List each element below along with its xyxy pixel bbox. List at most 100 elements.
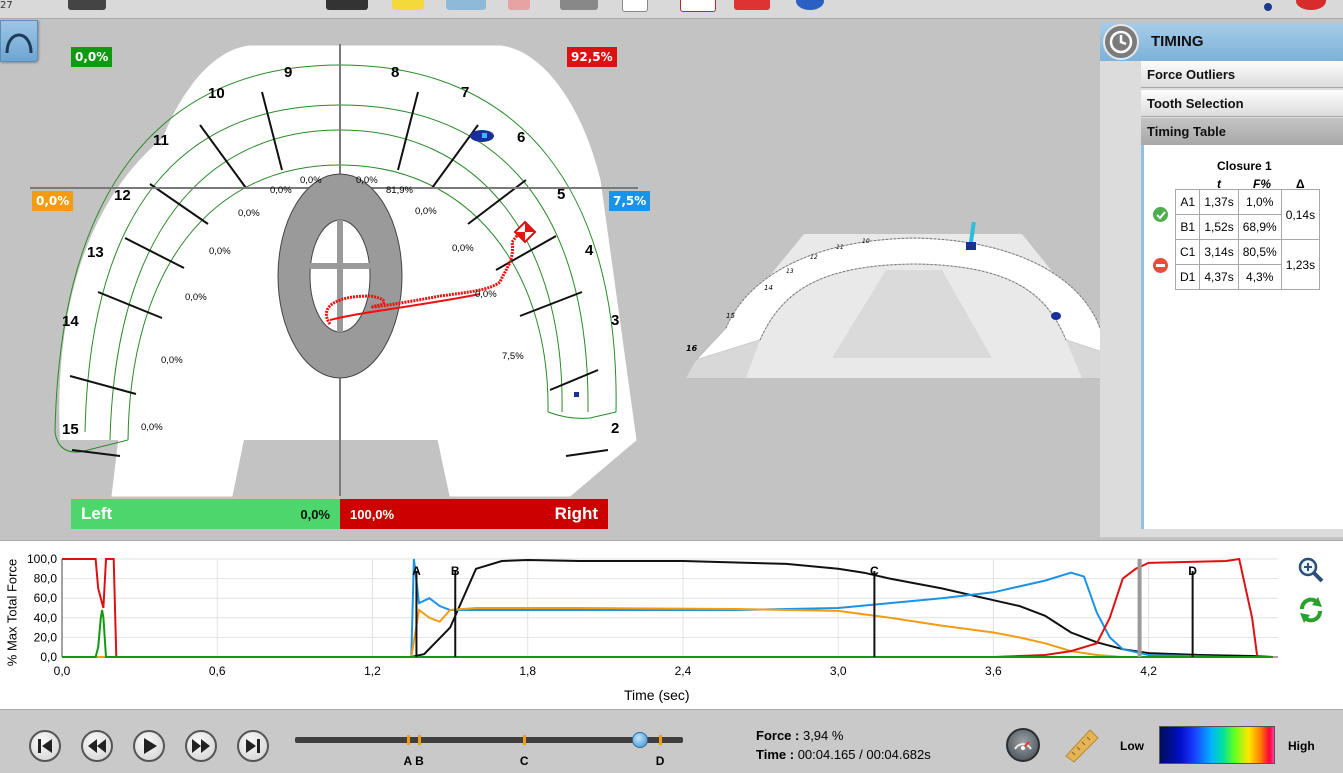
refresh-button[interactable] — [1296, 595, 1326, 625]
tooth-icon[interactable] — [622, 0, 648, 12]
zone-pct: 0,0% — [452, 243, 474, 254]
eraser-icon[interactable] — [508, 0, 530, 10]
closure-title: Closure 1 — [1217, 159, 1272, 173]
marker-label-c: C — [519, 754, 529, 768]
tooth-label-3d: 15 — [726, 312, 735, 320]
force-label: Force : — [756, 728, 800, 743]
playhead-line — [1137, 559, 1142, 657]
table-row[interactable]: C1 3,14s 80,5% 1,23s — [1174, 239, 1321, 290]
left-balance-bar: Left 0,0% — [71, 499, 340, 529]
skip-start-icon — [38, 739, 52, 753]
right-value: 100,0% — [350, 507, 395, 522]
zone-pct: 0,0% — [356, 175, 378, 186]
alert-icon[interactable] — [734, 0, 770, 10]
section-force-outliers[interactable]: Force Outliers — [1141, 61, 1343, 88]
y-tick-label: 60,0 — [34, 591, 58, 605]
save-icon[interactable] — [68, 0, 106, 10]
play-icon — [144, 738, 157, 754]
force-time-graph[interactable]: 100,0 80,0 60,0 40,0 20,0 0,0 0,0 0,6 1,2 1,8 2,4 3… — [0, 540, 1343, 710]
refresh-icon — [1300, 597, 1322, 623]
tooth-number[interactable]: 12 — [114, 187, 131, 204]
play-button[interactable] — [133, 730, 165, 762]
row-f: 80,5% — [1237, 239, 1282, 265]
zone-pct: 0,0% — [185, 292, 207, 303]
zone-pct: 0,0% — [209, 246, 231, 257]
timing-header: TIMING — [1100, 23, 1343, 61]
close-icon[interactable] — [1296, 0, 1326, 10]
tooth-number[interactable]: 9 — [284, 64, 292, 81]
skip-start-button[interactable] — [29, 730, 61, 762]
timing-marker-label: C — [870, 564, 879, 578]
row-id: C1 — [1174, 239, 1201, 265]
section-timing-table[interactable]: Timing Table — [1141, 118, 1343, 145]
tooth-number[interactable]: 8 — [391, 64, 399, 81]
tooth-number[interactable]: 2 — [611, 420, 619, 437]
tooth-dropdown-icon[interactable] — [560, 0, 598, 10]
zone-pct: 0,0% — [161, 355, 183, 366]
note-icon[interactable] — [392, 0, 424, 10]
timeline-slider[interactable] — [295, 732, 683, 748]
skip-end-button[interactable] — [237, 730, 269, 762]
chart-icon[interactable] — [446, 0, 486, 10]
table-row[interactable]: A1 1,37s 1,0% 0,14s — [1174, 189, 1321, 240]
tooth-number[interactable]: 15 — [62, 421, 79, 438]
x-tick-label: 2,4 — [675, 664, 692, 678]
window-title-fragment: 27 — [0, 0, 13, 11]
right-label: Right — [554, 504, 598, 523]
tooth-number[interactable]: 6 — [517, 129, 525, 146]
globe-icon[interactable] — [796, 0, 824, 10]
rewind-button[interactable] — [81, 730, 113, 762]
time-readout: Time : 00:04.165 / 00:04.682s — [756, 747, 931, 762]
zone-pct: 7,5% — [502, 351, 524, 362]
y-axis-label: % Max Total Force — [4, 558, 20, 667]
contact-spot-small — [574, 392, 579, 397]
marker-tick-b — [418, 735, 422, 745]
y-tick-label: 40,0 — [34, 611, 58, 625]
arch-2d-view[interactable]: 0,0% 92,5% 0,0% 7,5% 2 3 4 5 6 7 8 9 10 … — [0, 20, 690, 540]
zone-pct: 81,9% — [386, 185, 413, 196]
tooth-number[interactable]: 3 — [611, 312, 619, 329]
row-f: 1,0% — [1237, 189, 1282, 215]
force-chart-svg[interactable]: 100,0 80,0 60,0 40,0 20,0 0,00,0 0,6 1,2 1,8 2,4 3… — [0, 541, 1343, 709]
help-icon[interactable] — [1264, 3, 1272, 11]
legend-low: Low — [1120, 739, 1144, 753]
force-value: 3,94 % — [802, 728, 844, 743]
zone-pct: 0,0% — [300, 175, 322, 186]
zoom-button[interactable] — [1296, 555, 1326, 585]
top-toolbar: 27 — [0, 0, 1343, 19]
row-t: 1,37s — [1199, 189, 1239, 215]
pressure-color-legend — [1159, 726, 1275, 764]
tooth-number[interactable]: 10 — [208, 85, 225, 102]
tooth-number[interactable]: 7 — [461, 84, 469, 101]
ok-status-icon — [1153, 207, 1168, 222]
right-anterior-pct-box: 92,5% — [567, 47, 617, 67]
camera-icon[interactable] — [326, 0, 368, 10]
row-id: B1 — [1174, 214, 1201, 240]
marker-tick-d — [658, 735, 662, 745]
tooth-number[interactable]: 11 — [153, 132, 169, 149]
arch-3d-view[interactable]: 16 14 15 13 12 11 10 1 — [686, 220, 1138, 385]
tooth-record-icon[interactable] — [680, 0, 716, 12]
ruler-button[interactable] — [1062, 726, 1100, 764]
x-tick-label: 1,8 — [519, 664, 536, 678]
tooth-label-3d: 12 — [810, 254, 818, 261]
row-t: 3,14s — [1199, 239, 1239, 265]
section-tooth-selection[interactable]: Tooth Selection — [1141, 90, 1343, 117]
gauge-button[interactable] — [1006, 728, 1040, 762]
tooth-number[interactable]: 14 — [62, 313, 79, 330]
slider-thumb[interactable] — [632, 732, 649, 748]
ruler-icon — [1065, 729, 1099, 763]
y-tick-label: 80,0 — [34, 572, 58, 586]
x-tick-label: 0,0 — [54, 664, 71, 678]
series-line — [62, 607, 1273, 658]
error-status-icon — [1153, 258, 1168, 273]
row-id: A1 — [1174, 189, 1201, 215]
clock-icon — [1103, 24, 1139, 60]
x-tick-label: 0,6 — [209, 664, 226, 678]
tooth-number[interactable]: 5 — [557, 186, 565, 203]
timing-marker-label: D — [1188, 564, 1197, 578]
fast-forward-button[interactable] — [185, 730, 217, 762]
tooth-number[interactable]: 13 — [87, 244, 104, 261]
x-tick-label: 1,2 — [364, 664, 381, 678]
tooth-number[interactable]: 4 — [585, 242, 593, 259]
